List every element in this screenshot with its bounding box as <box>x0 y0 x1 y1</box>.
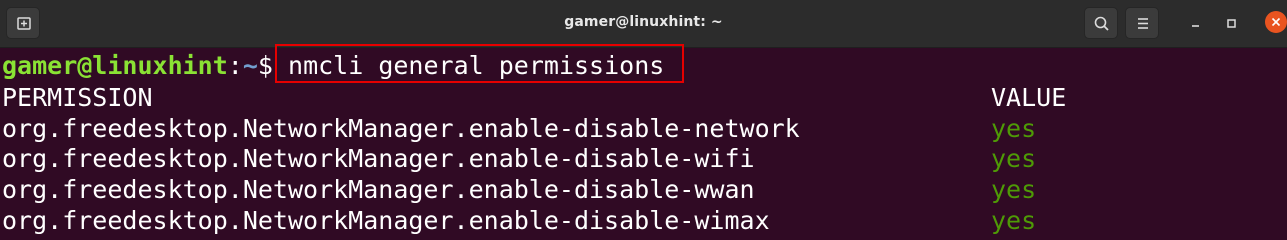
title-bar: gamer@linuxhint: ~ <box>0 0 1287 48</box>
header-permission: PERMISSION <box>2 83 153 112</box>
permission-row: org.freedesktop.NetworkManager.enable-di… <box>2 114 800 143</box>
prompt-separator: : <box>227 51 243 80</box>
terminal-window: gamer@linuxhint: ~ gamer@linuxhint:~$ nm… <box>0 0 1287 238</box>
menu-button[interactable] <box>1125 7 1159 39</box>
permission-value: yes <box>991 206 1037 235</box>
header-value: VALUE <box>991 83 1067 112</box>
permission-value: yes <box>991 144 1037 173</box>
minimize-icon <box>1192 25 1199 27</box>
permission-value: yes <box>991 114 1037 143</box>
maximize-icon <box>1227 19 1236 28</box>
permission-row: org.freedesktop.NetworkManager.enable-di… <box>2 144 755 173</box>
hamburger-menu-icon <box>1138 18 1148 29</box>
prompt-path: ~ <box>242 51 258 80</box>
permission-row: org.freedesktop.NetworkManager.enable-di… <box>2 206 770 235</box>
search-button[interactable] <box>1084 7 1118 39</box>
permission-value: yes <box>991 175 1037 204</box>
minimize-button[interactable] <box>1183 10 1209 36</box>
permission-row: org.freedesktop.NetworkManager.enable-di… <box>2 175 755 204</box>
maximize-button[interactable] <box>1219 10 1245 36</box>
close-icon <box>1271 17 1281 27</box>
prompt-user-host: gamer@linuxhint <box>2 51 228 80</box>
close-button[interactable] <box>1265 11 1287 33</box>
command-highlight-box <box>275 44 684 83</box>
search-icon <box>1094 16 1109 31</box>
